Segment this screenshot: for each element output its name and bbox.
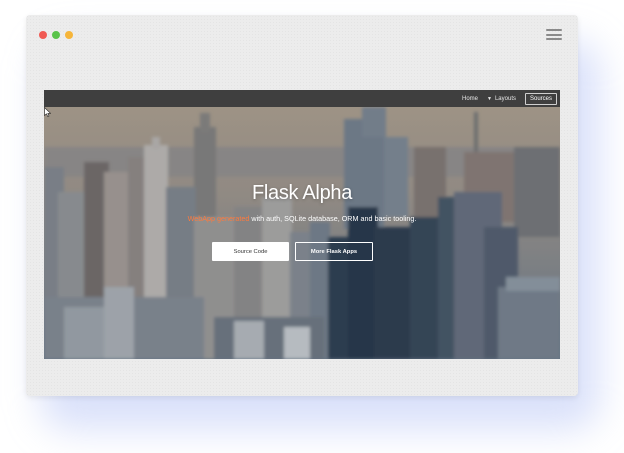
close-dot[interactable]	[39, 31, 47, 39]
hero-title: Flask Alpha	[251, 182, 353, 204]
site-nav-links: Home ▼ Layouts Sources	[462, 90, 557, 107]
minimize-dot[interactable]	[65, 31, 73, 39]
chevron-down-icon: ▼	[487, 95, 492, 102]
nav-layouts-dropdown[interactable]: ▼ Layouts	[487, 96, 516, 102]
mouse-cursor-icon	[44, 107, 51, 117]
nav-home-link[interactable]: Home	[462, 96, 478, 102]
hero-subtitle-text: with auth, SQLite database, ORM and basi…	[249, 214, 417, 223]
nav-layouts-label: Layouts	[494, 95, 516, 102]
hero-subtitle-highlight: WebApp generated	[187, 214, 250, 223]
hero-section: Flask Alpha WebApp generated with auth, …	[44, 107, 560, 359]
hero-overlay	[44, 107, 560, 359]
hero-subtitle: WebApp generated with auth, SQLite datab…	[44, 214, 560, 223]
hero-buttons: Source Code More Flask Apps	[212, 242, 373, 261]
source-code-button[interactable]: Source Code	[212, 242, 289, 261]
maximize-dot[interactable]	[52, 31, 60, 39]
nav-sources-button[interactable]: Sources	[524, 92, 557, 105]
window-controls	[39, 31, 73, 39]
hamburger-icon[interactable]	[546, 29, 562, 40]
website-preview: Home ▼ Layouts Sources Flask Alpha WebAp…	[44, 90, 560, 359]
site-navbar: Home ▼ Layouts Sources	[44, 90, 560, 107]
browser-window: Home ▼ Layouts Sources Flask Alpha WebAp…	[26, 15, 578, 396]
more-flask-apps-button[interactable]: More Flask Apps	[295, 242, 373, 261]
